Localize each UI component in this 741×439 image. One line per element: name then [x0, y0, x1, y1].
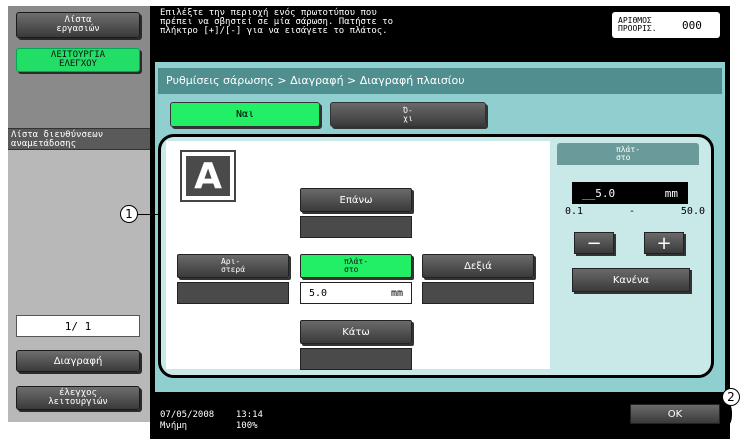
callout-one: 1	[120, 205, 138, 223]
check-functions-button[interactable]: έλεγχος λειτουργιών	[16, 386, 140, 410]
left-button[interactable]: Αρι- στερά	[177, 254, 289, 278]
destination-value: 000	[682, 18, 702, 32]
memory-value: 100%	[235, 421, 258, 431]
top-button[interactable]: Επάνω	[300, 188, 412, 212]
top-value	[300, 216, 412, 238]
left-value	[177, 282, 289, 304]
bottom-button[interactable]: Κάτω	[300, 320, 412, 344]
memory-label: Μνήμη	[160, 421, 188, 431]
width-panel	[556, 141, 704, 369]
job-list-button[interactable]: Λίστα εργασιών	[16, 12, 140, 38]
width-value-number: __5.0	[582, 186, 616, 200]
width-range-dash: -	[628, 206, 635, 217]
destination-label: ΑΡΙΘΜΟΣ ΠΡΟΟΡΙΣ.	[618, 16, 657, 33]
width-max: 50.0	[680, 206, 705, 217]
instruction-message: Επιλέξτε την περιοχή ενός πρωτοτύπου που…	[160, 8, 393, 36]
address-list-label: Λίστα διευθύνσεων αναμετάδοσης	[8, 128, 150, 150]
ok-button[interactable]: OK	[630, 404, 720, 424]
callout-two: 2	[722, 388, 740, 406]
minus-button[interactable]: −	[574, 232, 614, 254]
time-text: 13:14	[235, 410, 263, 420]
address-list-panel: 1/ 1 Διαγραφή έλεγχος λειτουργιών	[8, 150, 150, 422]
plus-button[interactable]: +	[644, 232, 684, 254]
width-range: 0.1 - 50.0	[565, 206, 705, 217]
width-button[interactable]: πλάτ- στο	[300, 254, 412, 278]
none-button[interactable]: Κανένα	[572, 268, 690, 292]
date-text: 07/05/2008	[160, 410, 215, 420]
center-value: 5.0 mm	[300, 282, 412, 304]
breadcrumb: Ρυθμίσεις σάρωσης > Διαγραφή > Διαγραφή …	[158, 68, 722, 94]
right-value	[422, 282, 534, 304]
date-time: 07/05/2008 13:14 Μνήμη 100%	[160, 410, 263, 432]
bottom-value	[300, 348, 412, 370]
original-icon: A	[180, 150, 236, 202]
width-title: πλάτ- στο	[557, 143, 699, 165]
yes-button[interactable]: Ναι	[170, 102, 320, 127]
destination-counter: ΑΡΙΘΜΟΣ ΠΡΟΟΡΙΣ. 000	[612, 12, 720, 38]
center-value-unit: mm	[390, 287, 403, 299]
width-value-display: __5.0 mm	[572, 182, 688, 204]
delete-button[interactable]: Διαγραφή	[16, 350, 140, 372]
callout-one-leader	[137, 214, 159, 215]
check-function-button[interactable]: ΛΕΙΤΟΥΡΓΙΑ ΕΛΕΓΧΟΥ	[16, 48, 140, 72]
right-button[interactable]: Δεξιά	[422, 254, 534, 278]
width-value-unit: mm	[664, 186, 678, 200]
center-value-number: 5.0	[309, 287, 328, 299]
letter-a-icon: A	[186, 156, 230, 197]
no-button[interactable]: Ό- χι	[330, 102, 486, 127]
width-min: 0.1	[565, 206, 584, 217]
page-counter: 1/ 1	[16, 315, 140, 337]
